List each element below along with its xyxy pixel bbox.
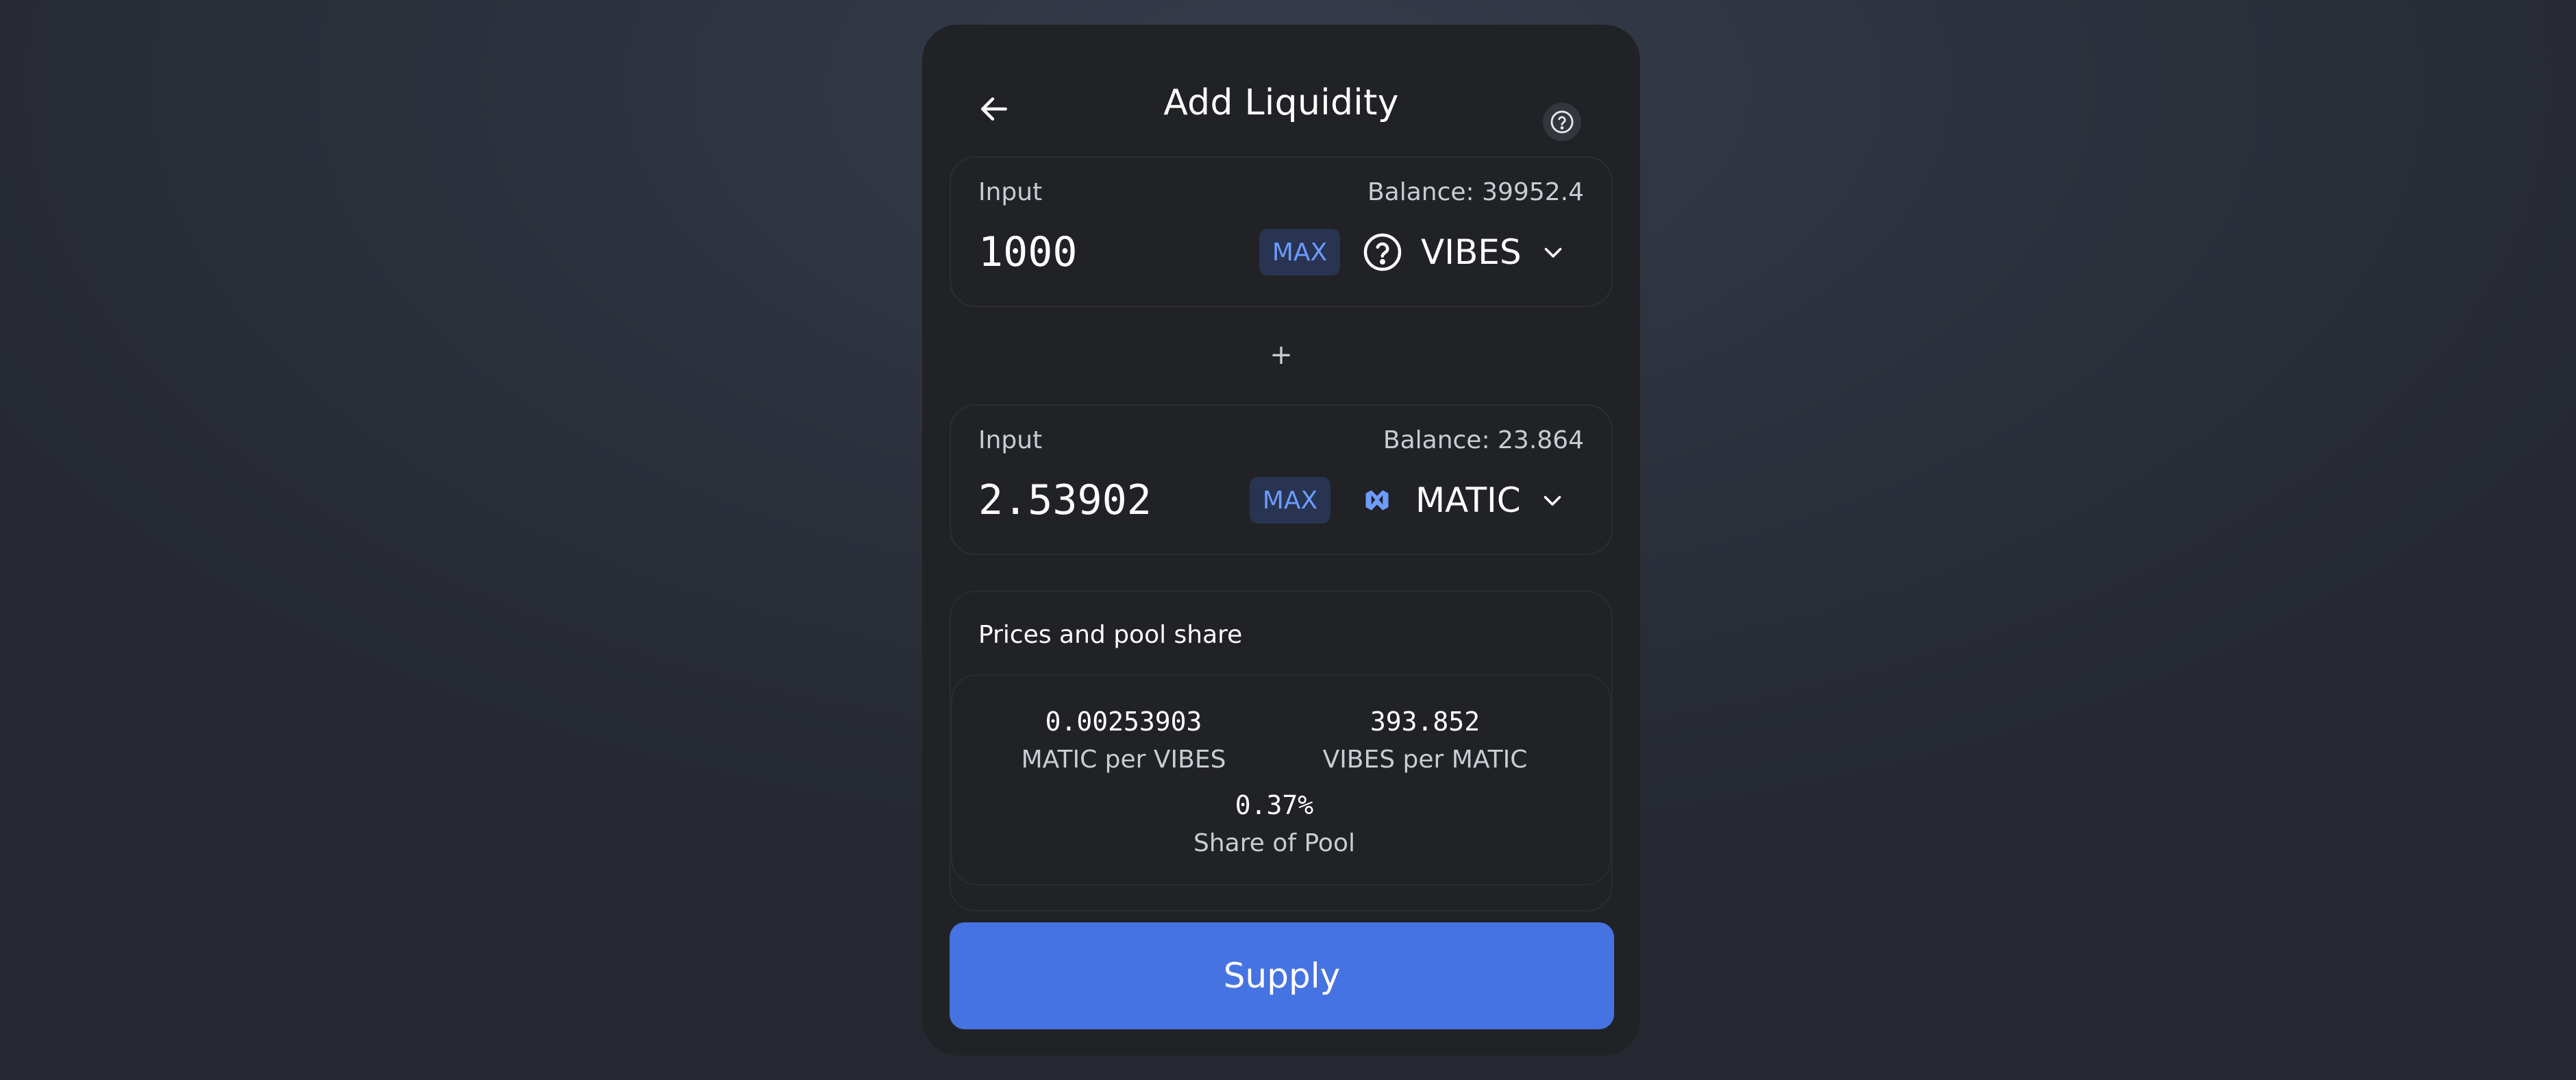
token-symbol: MATIC [1415,480,1521,520]
input-label: Input [978,426,1043,454]
matic-logo-icon [1357,480,1398,521]
stat-value: 393.852 [1370,707,1481,737]
prices-stats: 0.00253903 MATIC per VIBES 393.852 VIBES… [951,674,1611,885]
input-label: Input [978,178,1043,206]
stat-vibes-per-matic: 393.852 VIBES per MATIC [1302,704,1548,777]
prices-title: Prices and pool share [978,621,1243,649]
max-button-matic[interactable]: MAX [1250,477,1330,524]
stat-matic-per-vibes: 0.00253903 MATIC per VIBES [1000,704,1247,777]
balance-text: Balance: 39952.4 [1367,178,1584,206]
page-title: Add Liquidity [1163,82,1399,123]
token-symbol: VIBES [1421,232,1522,272]
stat-share-of-pool: 0.37% Share of Pool [1151,788,1398,861]
input-panel-vibes: Input Balance: 39952.4 MAX VIBES [950,156,1613,307]
chevron-down-icon [1541,240,1565,265]
amount-input-matic[interactable] [978,467,1225,533]
stat-value: 0.37% [1235,790,1314,820]
question-circle-icon [1550,110,1574,134]
chevron-down-icon [1540,488,1565,513]
max-button-vibes[interactable]: MAX [1259,229,1340,275]
plus-separator: + [1270,339,1293,371]
token-select-matic[interactable]: MATIC [1357,471,1565,529]
supply-button[interactable]: Supply [950,922,1614,1029]
stat-label: Share of Pool [1193,829,1355,857]
token-select-vibes[interactable]: VIBES [1362,223,1565,281]
input-panel-matic: Input Balance: 23.864 MAX MATIC [950,404,1613,555]
stat-label: MATIC per VIBES [1021,746,1226,774]
add-liquidity-card: Add Liquidity Input Balance: 39952.4 MAX… [922,25,1640,1055]
help-button[interactable] [1543,103,1581,141]
stat-label: VIBES per MATIC [1322,746,1528,774]
prices-pool-share-panel: Prices and pool share 0.00253903 MATIC p… [950,591,1613,911]
stat-value: 0.00253903 [1045,707,1202,737]
amount-input-vibes[interactable] [978,219,1225,285]
balance-text: Balance: 23.864 [1383,426,1584,454]
unknown-token-icon [1362,232,1403,273]
